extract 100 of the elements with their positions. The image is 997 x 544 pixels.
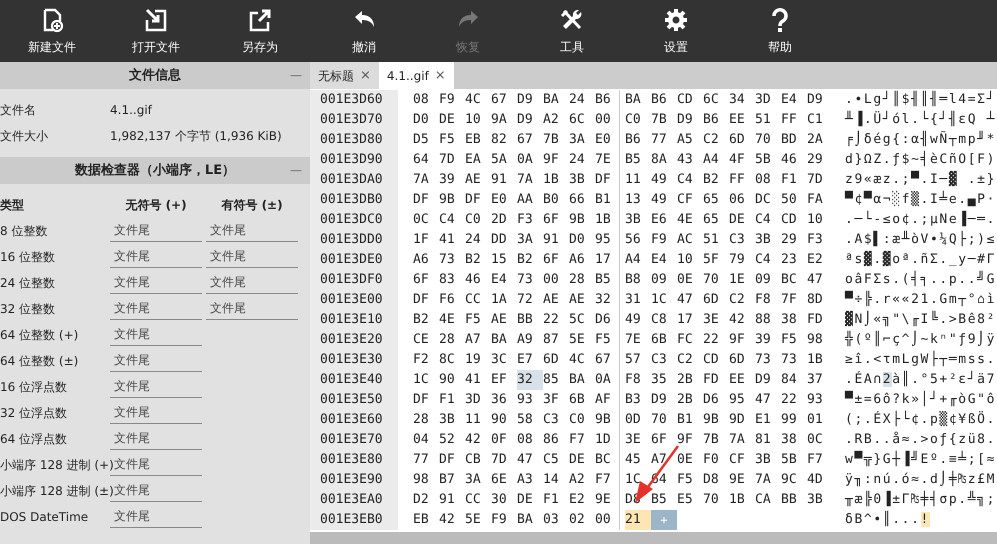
hex-byte[interactable]: 7B: [703, 430, 729, 450]
hex-byte[interactable]: F1: [439, 390, 465, 410]
hex-byte[interactable]: C8: [651, 310, 677, 330]
hex-byte[interactable]: 93: [807, 390, 833, 410]
hex-byte[interactable]: B6: [625, 130, 651, 150]
hex-byte[interactable]: 22: [703, 330, 729, 350]
hex-byte[interactable]: FF: [729, 170, 755, 190]
hex-byte[interactable]: 04: [413, 430, 439, 450]
hex-byte[interactable]: 23: [781, 250, 807, 270]
hex-byte[interactable]: 6C: [703, 90, 729, 110]
hex-byte[interactable]: F5: [439, 130, 465, 150]
hex-byte[interactable]: C5: [543, 450, 569, 470]
hex-byte[interactable]: 7B: [543, 130, 569, 150]
toolbar-button[interactable]: 另存为: [208, 0, 312, 62]
hex-byte[interactable]: C1: [807, 110, 833, 130]
hex-byte[interactable]: A3: [517, 470, 543, 490]
hex-byte[interactable]: 9B: [569, 210, 595, 230]
hex-byte[interactable]: 6D: [543, 350, 569, 370]
hex-byte[interactable]: 47: [677, 290, 703, 310]
hex-byte[interactable]: 9B: [703, 410, 729, 430]
hex-byte[interactable]: 01: [807, 410, 833, 430]
hex-byte[interactable]: 3B: [807, 490, 833, 510]
hex-byte[interactable]: 39: [755, 330, 781, 350]
hex-byte[interactable]: AF: [595, 390, 621, 410]
hex-byte[interactable]: D9: [517, 110, 543, 130]
toolbar-button[interactable]: 打开文件: [104, 0, 208, 62]
hex-byte[interactable]: C3: [651, 350, 677, 370]
hex-byte[interactable]: 7D: [491, 450, 517, 470]
hex-byte[interactable]: 3A: [517, 230, 543, 250]
hex-byte[interactable]: 21: [625, 510, 651, 530]
hex-byte[interactable]: 4E: [677, 210, 703, 230]
hex-byte[interactable]: BD: [781, 130, 807, 150]
hex-byte[interactable]: FF: [781, 110, 807, 130]
hex-byte[interactable]: F7: [569, 430, 595, 450]
hex-byte[interactable]: 5B: [755, 150, 781, 170]
hex-byte[interactable]: 08: [755, 170, 781, 190]
hex-byte[interactable]: B6: [651, 90, 677, 110]
hex-byte[interactable]: A4: [625, 250, 651, 270]
hex-byte[interactable]: 46: [781, 150, 807, 170]
value-field[interactable]: 文件尾: [110, 220, 202, 242]
hex-byte[interactable]: D6: [703, 390, 729, 410]
hex-byte[interactable]: EB: [413, 510, 439, 530]
hex-byte[interactable]: 3A: [569, 130, 595, 150]
hex-byte[interactable]: 03: [543, 510, 569, 530]
hex-byte[interactable]: 09: [755, 270, 781, 290]
hex-byte[interactable]: 1A: [491, 290, 517, 310]
hex-byte[interactable]: 3E: [625, 430, 651, 450]
hex-byte[interactable]: 24: [569, 90, 595, 110]
hex-byte[interactable]: DE: [729, 210, 755, 230]
hex-byte[interactable]: A5: [677, 130, 703, 150]
hex-byte[interactable]: B2: [465, 250, 491, 270]
hex-byte[interactable]: D8: [703, 470, 729, 490]
hex-byte[interactable]: 9F: [543, 150, 569, 170]
hex-byte[interactable]: B5: [651, 490, 677, 510]
hex-byte[interactable]: DF: [595, 170, 621, 190]
hex-byte[interactable]: 4C: [569, 350, 595, 370]
hex-byte[interactable]: 49: [651, 190, 677, 210]
hex-byte[interactable]: CF: [729, 450, 755, 470]
value-field[interactable]: 文件尾: [206, 220, 298, 242]
hex-byte[interactable]: CD: [703, 350, 729, 370]
hex-byte[interactable]: 0D: [625, 410, 651, 430]
hex-byte[interactable]: F6: [439, 290, 465, 310]
hex-byte[interactable]: B5: [625, 150, 651, 170]
hex-byte[interactable]: 67: [491, 90, 517, 110]
hex-byte[interactable]: 19: [465, 350, 491, 370]
hex-byte[interactable]: 9D: [729, 410, 755, 430]
hex-byte[interactable]: B2: [517, 250, 543, 270]
hex-byte[interactable]: B2: [413, 310, 439, 330]
hex-byte[interactable]: 8C: [439, 350, 465, 370]
hex-byte[interactable]: 56: [625, 230, 651, 250]
hex-byte[interactable]: 7E: [625, 330, 651, 350]
value-field[interactable]: 文件尾: [206, 272, 298, 294]
hex-byte[interactable]: 31: [625, 290, 651, 310]
hex-byte[interactable]: DF: [413, 190, 439, 210]
hex-byte[interactable]: 7A: [413, 170, 439, 190]
hex-byte[interactable]: F3: [517, 210, 543, 230]
hex-byte[interactable]: C4: [755, 250, 781, 270]
hex-byte[interactable]: 5A: [491, 150, 517, 170]
hex-byte[interactable]: A6: [569, 250, 595, 270]
hex-byte[interactable]: 77: [651, 130, 677, 150]
value-field[interactable]: 文件尾: [110, 246, 202, 268]
hex-byte[interactable]: DE: [569, 450, 595, 470]
hex-byte[interactable]: F7: [807, 450, 833, 470]
hex-byte[interactable]: 85: [543, 370, 569, 390]
value-field[interactable]: 文件尾: [206, 246, 298, 268]
hex-byte[interactable]: 7D: [807, 170, 833, 190]
hex-byte[interactable]: 0F: [491, 430, 517, 450]
hex-byte[interactable]: 70: [703, 270, 729, 290]
file-tab[interactable]: 4.1..gif ×: [378, 62, 454, 89]
hex-byte[interactable]: 0A: [595, 370, 621, 390]
hex-byte[interactable]: 14: [543, 470, 569, 490]
hex-byte[interactable]: 2A: [807, 130, 833, 150]
hex-byte[interactable]: 1E: [729, 270, 755, 290]
hex-byte[interactable]: 66: [569, 190, 595, 210]
hex-byte[interactable]: 8A: [651, 150, 677, 170]
hex-byte[interactable]: 11: [625, 170, 651, 190]
value-field[interactable]: 文件尾: [110, 324, 202, 346]
hex-byte[interactable]: 6E: [491, 470, 517, 490]
hex-byte[interactable]: E7: [517, 350, 543, 370]
hex-byte[interactable]: 9B: [595, 410, 621, 430]
